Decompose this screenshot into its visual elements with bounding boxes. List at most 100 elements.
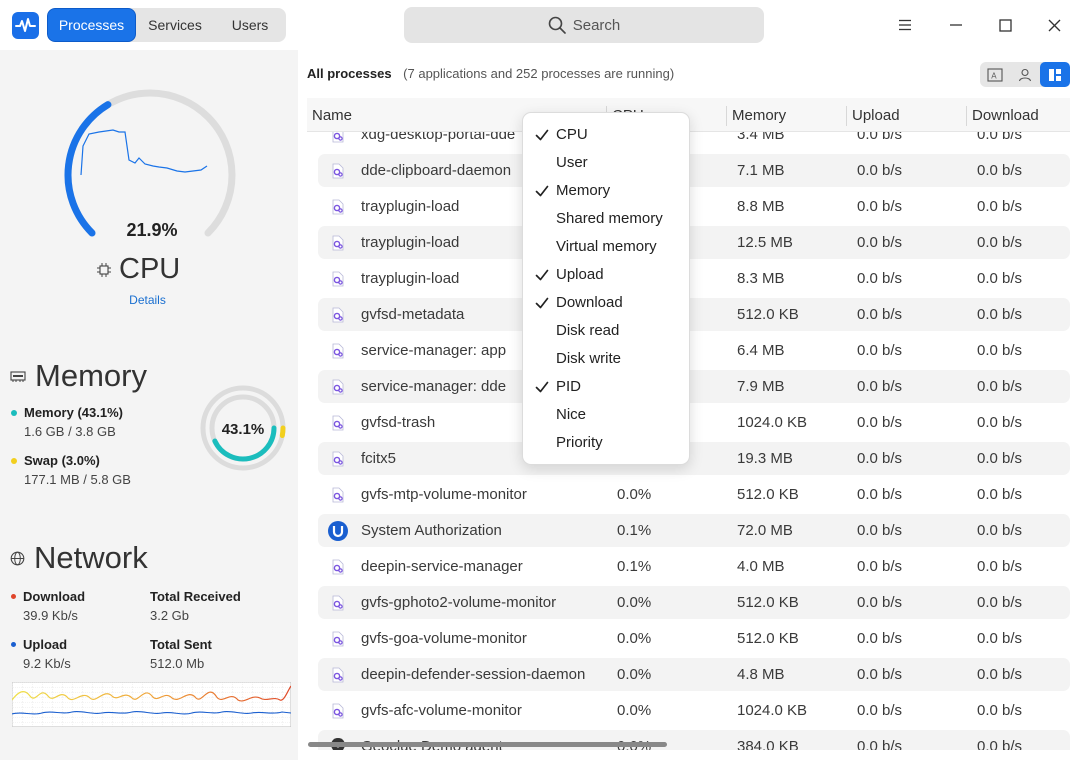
process-upload: 0.0 b/s: [857, 702, 903, 719]
process-download: 0.0 b/s: [977, 450, 1023, 467]
table-row[interactable]: gvfsd-trash0.0%1024.0 KB0.0 b/s0.0 b/s: [318, 406, 1070, 439]
process-memory: 512.0 KB: [737, 486, 799, 503]
process-memory: 8.8 MB: [737, 198, 785, 215]
table-row[interactable]: gvfs-goa-volume-monitor 0.0% 512.0 KB 0.0 b…: [318, 622, 1070, 655]
process-upload: 0.0 b/s: [857, 630, 903, 647]
tab-processes[interactable]: Processes: [47, 8, 136, 42]
process-upload: 0.0 b/s: [857, 450, 903, 467]
process-name: gvfs-afc-volume-monitor: [361, 702, 522, 719]
process-download: 0.0 b/s: [977, 306, 1023, 323]
menu-item-label: CPU: [556, 126, 588, 143]
table-row[interactable]: deepin-service-manager 0.1% 4.0 MB 0.0 b/s 0…: [318, 550, 1070, 583]
process-upload: 0.0 b/s: [857, 666, 903, 683]
table-row[interactable]: trayplugin-load0.0%12.5 MB0.0 b/s0.0 b/s: [318, 226, 1070, 259]
table-row[interactable]: Geoclue Demo agent0.0%384.0 KB0.0 b/s0.0…: [318, 730, 1070, 750]
process-download: 0.0 b/s: [977, 522, 1023, 539]
tab-users[interactable]: Users: [214, 8, 286, 42]
process-name: System Authorization: [361, 522, 502, 539]
minimize-button[interactable]: [943, 12, 969, 38]
menu-item-shared-memory[interactable]: Shared memory: [523, 205, 689, 233]
tab-services[interactable]: Services: [136, 8, 214, 42]
checkmark-icon: [535, 129, 549, 141]
table-row[interactable]: gvfs-gphoto2-volume-monitor 0.0% 512.0 KB 0…: [318, 586, 1070, 619]
process-name: gvfs-goa-volume-monitor: [361, 630, 527, 647]
table-row[interactable]: gvfs-afc-volume-monitor 0.0% 1024.0 KB 0.0 …: [318, 694, 1070, 727]
process-upload: 0.0 b/s: [857, 270, 903, 287]
table-row[interactable]: dde-clipboard-daemon0.0%7.1 MB0.0 b/s0.0…: [318, 154, 1070, 187]
swap-dot: [11, 457, 17, 464]
menu-item-upload[interactable]: Upload: [523, 261, 689, 289]
menu-item-nice[interactable]: Nice: [523, 401, 689, 429]
menu-item-virtual-memory[interactable]: Virtual memory: [523, 233, 689, 261]
process-memory: 8.3 MB: [737, 270, 785, 287]
memory-legend: Memory (43.1%) 1.6 GB / 3.8 GB: [11, 405, 123, 439]
process-name: trayplugin-load: [361, 270, 460, 287]
process-name: deepin-defender-session-daemon: [361, 666, 586, 683]
table-row[interactable]: gvfsd-metadata0.0%512.0 KB0.0 b/s0.0 b/s: [318, 298, 1070, 331]
menu-item-cpu[interactable]: CPU: [523, 121, 689, 149]
table-row[interactable]: trayplugin-load0.0%8.8 MB0.0 b/s0.0 b/s: [318, 190, 1070, 223]
process-upload: 0.0 b/s: [857, 558, 903, 575]
menu-item-label: Memory: [556, 182, 611, 199]
download-stat: Download 39.9 Kb/s: [11, 589, 85, 623]
process-icon: [332, 307, 344, 323]
menu-item-download[interactable]: Download: [523, 289, 689, 317]
filter-all-processes-button[interactable]: [1040, 62, 1070, 87]
horizontal-scrollbar[interactable]: [308, 742, 667, 747]
column-header-upload[interactable]: Upload: [847, 98, 967, 132]
menu-item-label: Nice: [556, 406, 587, 423]
process-upload: 0.0 b/s: [857, 378, 903, 395]
menu-item-label: Priority: [556, 434, 603, 451]
upload-label: Upload: [23, 637, 68, 652]
menu-item-disk-read[interactable]: Disk read: [523, 317, 689, 345]
table-row[interactable]: System Authorization 0.1% 72.0 MB 0.0 b/s 0.…: [318, 514, 1070, 547]
process-download: 0.0 b/s: [977, 702, 1023, 719]
process-icon: [332, 379, 344, 395]
menu-item-label: Shared memory: [556, 210, 663, 227]
process-cpu: 0.0%: [617, 702, 652, 719]
table-row[interactable]: service-manager: app0.0%6.4 MB0.0 b/s0.0…: [318, 334, 1070, 367]
process-memory: 512.0 KB: [737, 594, 799, 611]
process-cpu: 0.0%: [617, 594, 652, 611]
process-name: trayplugin-load: [361, 234, 460, 251]
process-download: 0.0 b/s: [977, 738, 1023, 750]
column-header-memory[interactable]: Memory: [727, 98, 847, 132]
close-button[interactable]: [1041, 12, 1067, 38]
checkmark-icon: [535, 297, 549, 309]
cpu-details-link[interactable]: Details: [0, 293, 295, 307]
system-monitor-sidebar: 21.9% CPU Details Memory Memory (43.1%) …: [0, 50, 298, 760]
menu-item-disk-write[interactable]: Disk write: [523, 345, 689, 373]
filter-applications-button[interactable]: A: [980, 62, 1010, 87]
process-memory: 4.8 MB: [737, 666, 785, 683]
maximize-button[interactable]: [992, 12, 1018, 38]
process-download: 0.0 b/s: [977, 630, 1023, 647]
user-icon: [1018, 68, 1032, 81]
menu-item-user[interactable]: User: [523, 149, 689, 177]
menu-button[interactable]: [892, 12, 918, 38]
column-visibility-menu: CPU User Memory Shared memory Virtual memory…: [522, 112, 690, 465]
memory-dot: [11, 409, 17, 416]
total-sent-label: Total Sent: [150, 637, 212, 652]
table-row[interactable]: service-manager: dde0.0%7.9 MB0.0 b/s0.0…: [318, 370, 1070, 403]
search-icon: [548, 16, 566, 34]
column-header-download[interactable]: Download: [967, 98, 1070, 132]
table-row[interactable]: gvfs-mtp-volume-monitor 0.0% 512.0 KB 0.0 b…: [318, 478, 1070, 511]
authorization-icon: [328, 521, 348, 541]
process-name: gvfsd-trash: [361, 414, 436, 431]
menu-item-label: Upload: [556, 266, 604, 283]
search-input[interactable]: Search: [404, 7, 764, 43]
process-icon: [332, 271, 344, 287]
process-upload: 0.0 b/s: [857, 342, 903, 359]
cpu-title: CPU: [97, 253, 180, 286]
process-upload: 0.0 b/s: [857, 594, 903, 611]
menu-item-pid[interactable]: PID: [523, 373, 689, 401]
menu-item-priority[interactable]: Priority: [523, 429, 689, 457]
menu-item-memory[interactable]: Memory: [523, 177, 689, 205]
filter-my-processes-button[interactable]: [1010, 62, 1040, 87]
process-icon: [332, 415, 344, 431]
table-row[interactable]: trayplugin-load0.0%8.3 MB0.0 b/s0.0 b/s: [318, 262, 1070, 295]
table-row[interactable]: deepin-defender-session-daemon 0.0% 4.8 MB…: [318, 658, 1070, 691]
table-row[interactable]: fcitx50.0%19.3 MB0.0 b/s0.0 b/s: [318, 442, 1070, 475]
process-memory: 4.0 MB: [737, 558, 785, 575]
process-memory: 19.3 MB: [737, 450, 793, 467]
